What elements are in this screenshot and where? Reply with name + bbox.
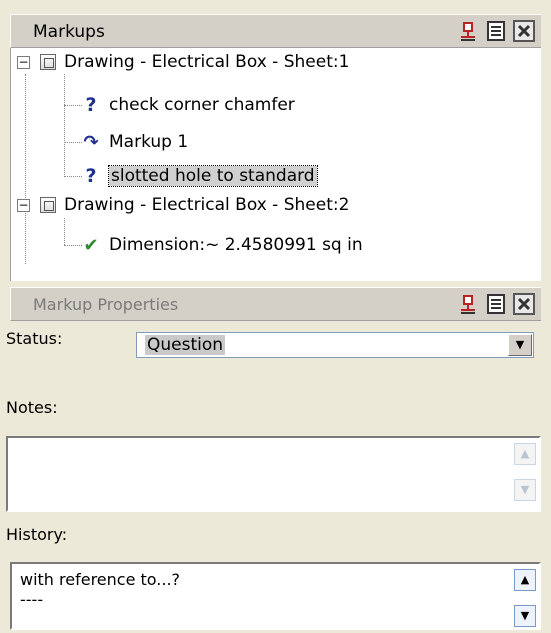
history-textarea[interactable]: with reference to...? ---- ▲ ▼ [10,562,541,630]
drawing-icon [40,54,56,70]
scroll-down-icon[interactable]: ▼ [514,479,536,501]
scroll-up-icon[interactable]: ▲ [514,569,536,591]
question-icon: ? [85,165,97,187]
tree-node-sheet1[interactable]: − Drawing - Electrical Box - Sheet:1 [17,48,349,76]
drawing-icon [40,197,56,213]
notes-scrollbar[interactable]: ▲ ▼ [514,443,536,503]
tree-node-markup-selected[interactable]: ? slotted hole to standard [81,162,318,190]
pin-icon[interactable] [457,293,479,315]
collapse-icon[interactable]: − [17,55,30,69]
checkmark-icon: ✔ [83,234,99,256]
history-scrollbar[interactable]: ▲ ▼ [514,569,536,629]
pin-icon[interactable] [457,20,479,42]
tree-node-label: slotted hole to standard [108,165,318,187]
markups-tree: − Drawing - Electrical Box - Sheet:1 ? c… [10,48,541,281]
collapse-icon[interactable]: − [17,198,30,212]
tree-node-label: check corner chamfer [109,95,295,115]
properties-panel-title: Markup Properties [33,295,179,314]
tree-node-label: Markup 1 [109,132,189,152]
list-menu-icon[interactable] [485,20,507,42]
tree-node-label: Drawing - Electrical Box - Sheet:2 [64,195,350,215]
close-icon[interactable] [513,293,535,315]
properties-panel: Status: Question ▼ Notes: ▲ ▼ History: w… [0,321,551,633]
tree-node-label: Drawing - Electrical Box - Sheet:1 [64,52,350,72]
history-label: History: [6,525,68,544]
history-text: with reference to...? ---- [20,570,181,609]
tree-node-dimension[interactable]: ✔ Dimension:~ 2.4580991 sq in [81,231,363,259]
markups-panel-title: Markups [33,22,105,42]
markups-panel-header: Markups [10,14,541,48]
status-select[interactable]: Question ▼ [136,332,534,358]
status-value: Question [145,335,226,355]
tree-node-markup[interactable]: ? check corner chamfer [81,91,295,119]
status-label: Status: [6,329,63,348]
notes-textarea[interactable]: ▲ ▼ [6,436,541,512]
list-menu-icon[interactable] [485,293,507,315]
properties-panel-header: Markup Properties [10,287,541,321]
tree-node-sheet2[interactable]: − Drawing - Electrical Box - Sheet:2 [17,191,349,219]
close-icon[interactable] [513,20,535,42]
scroll-up-icon[interactable]: ▲ [514,443,536,465]
question-icon: ? [85,94,97,116]
scroll-down-icon[interactable]: ▼ [514,605,536,627]
chevron-down-icon[interactable]: ▼ [508,334,532,356]
tree-node-label: Dimension:~ 2.4580991 sq in [109,235,363,255]
notes-label: Notes: [6,398,58,417]
tree-node-markup[interactable]: ↷ Markup 1 [81,128,188,156]
curved-arrow-icon: ↷ [83,131,99,153]
